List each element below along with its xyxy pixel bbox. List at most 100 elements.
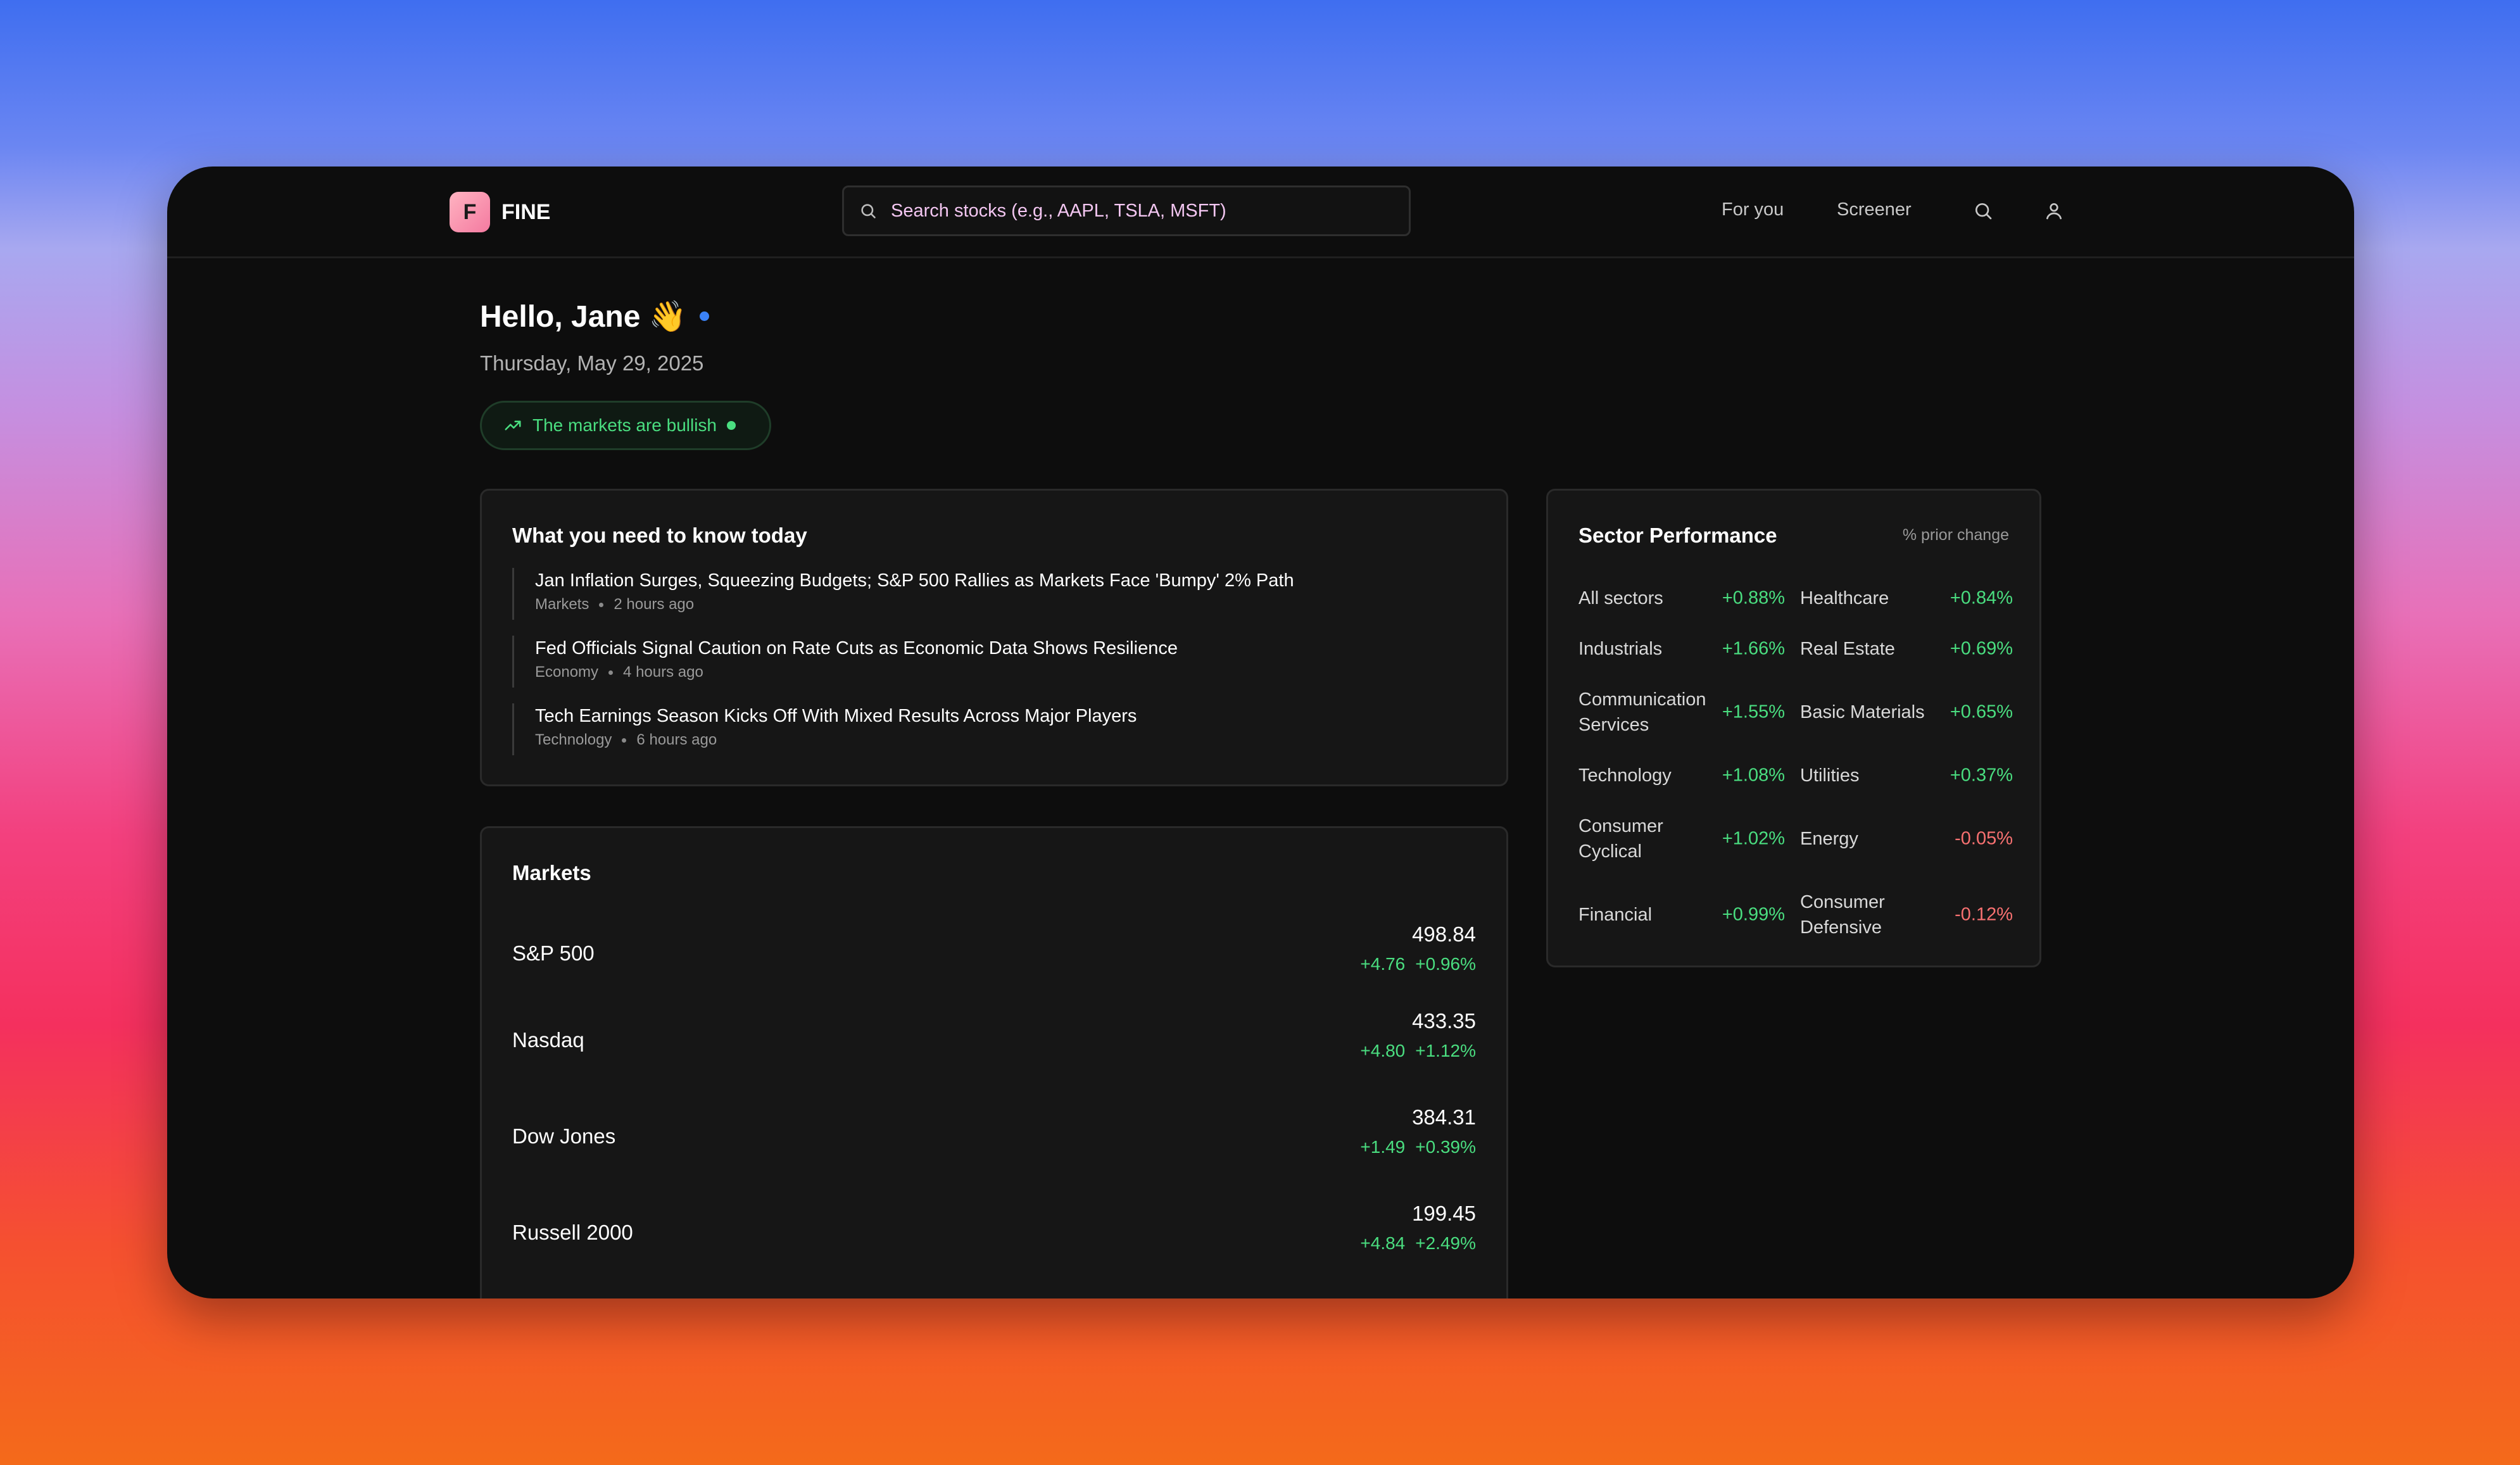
news-category: Markets (535, 596, 589, 613)
sector-name: Healthcare (1800, 588, 1889, 608)
current-date: Thursday, May 29, 2025 (480, 351, 704, 375)
change-pct: +0.39% (1415, 1137, 1476, 1157)
sector-name: Utilities (1800, 765, 1860, 786)
logo-mark: F (450, 192, 490, 232)
market-row[interactable]: Dow Jones 384.31 +1.49 +0.39% (512, 1102, 1476, 1171)
sector-name: All sectors (1578, 588, 1663, 608)
market-change: +4.76 +0.96% (1360, 954, 1476, 974)
news-time: 2 hours ago (614, 596, 695, 613)
sector-value: +1.02% (1722, 828, 1785, 849)
sector-value: +0.65% (1950, 701, 2013, 722)
sector-performance-card: Sector Performance % prior change All se… (1546, 489, 2041, 967)
sector-name: Energy (1800, 829, 1858, 849)
sector-value: +1.55% (1722, 701, 1785, 722)
sector-item[interactable]: Financial +0.99% (1578, 877, 1785, 953)
change-abs: +4.84 (1360, 1233, 1406, 1253)
greeting-heading: Hello, Jane 👋 (480, 298, 709, 334)
change-pct: +2.49% (1415, 1233, 1476, 1253)
market-price: 199.45 (1412, 1202, 1476, 1225)
search-input[interactable] (891, 200, 1385, 222)
change-abs: +4.76 (1360, 954, 1406, 974)
market-row[interactable]: Nasdaq 433.35 +4.80 +1.12% (512, 1005, 1476, 1075)
news-headline[interactable]: Fed Officials Signal Caution on Rate Cut… (535, 636, 1178, 661)
market-price: 384.31 (1412, 1105, 1476, 1129)
sentiment-text: The markets are bullish (532, 415, 717, 435)
sector-name: Consumer Cyclical (1578, 816, 1663, 862)
nav-for-you[interactable]: For you (1722, 199, 1784, 220)
news-category: Technology (535, 731, 612, 748)
status-dot (699, 311, 709, 321)
nav-screener[interactable]: Screener (1837, 199, 1912, 220)
sector-row: All sectors +0.88% Healthcare +0.84% (1578, 573, 2013, 624)
sector-item[interactable]: Healthcare +0.84% (1800, 573, 2013, 624)
news-time: 6 hours ago (636, 731, 717, 748)
greeting-text: Hello, Jane 👋 (480, 300, 687, 334)
sector-item[interactable]: All sectors +0.88% (1578, 573, 1785, 624)
sector-item[interactable]: Industrials +1.66% (1578, 624, 1785, 674)
markets-card-title: Markets (512, 861, 591, 884)
change-abs: +4.80 (1360, 1041, 1406, 1060)
sector-value: +1.66% (1722, 638, 1785, 659)
sector-value: +0.84% (1950, 588, 2013, 608)
sector-name: Consumer Defensive (1800, 892, 1885, 938)
market-row[interactable]: S&P 500 498.84 +4.76 +0.96% (512, 919, 1476, 988)
sector-item[interactable]: Technology +1.08% (1578, 750, 1785, 801)
market-price: 498.84 (1412, 922, 1476, 946)
news-category: Economy (535, 663, 599, 681)
sector-value: +0.99% (1722, 904, 1785, 925)
sector-row: Financial +0.99% Consumer Defensive -0.1… (1578, 877, 2013, 953)
sector-row: Communication Services +1.55% Basic Mate… (1578, 674, 2013, 750)
sector-name: Basic Materials (1800, 702, 1925, 722)
sector-item[interactable]: Consumer Cyclical +1.02% (1578, 801, 1785, 877)
news-headline[interactable]: Tech Earnings Season Kicks Off With Mixe… (535, 703, 1137, 729)
news-item[interactable]: Tech Earnings Season Kicks Off With Mixe… (512, 703, 1137, 755)
brand-name: FINE (501, 199, 551, 224)
search-icon[interactable] (1973, 201, 1993, 224)
brand-logo[interactable]: F FINE (450, 192, 550, 232)
app-window: F FINE For you Screener Hello, Jane 👋 Th… (167, 167, 2354, 1298)
sector-name: Communication Services (1578, 689, 1706, 735)
search-bar[interactable] (842, 185, 1411, 236)
market-change: +4.84 +2.49% (1360, 1233, 1476, 1254)
sector-name: Financial (1578, 905, 1653, 925)
sector-item[interactable]: Consumer Defensive -0.12% (1800, 877, 2013, 953)
sector-item[interactable]: Communication Services +1.55% (1578, 674, 1785, 750)
news-card-title: What you need to know today (512, 524, 807, 547)
news-meta: Markets 2 hours ago (535, 596, 1294, 613)
market-name: Nasdaq (512, 1028, 584, 1052)
market-change: +1.49 +0.39% (1360, 1137, 1476, 1157)
market-row[interactable]: Russell 2000 199.45 +4.84 +2.49% (512, 1198, 1476, 1267)
sector-row: Industrials +1.66% Real Estate +0.69% (1578, 624, 2013, 674)
sector-value: +1.08% (1722, 765, 1785, 786)
search-icon (861, 204, 876, 218)
news-headline[interactable]: Jan Inflation Surges, Squeezing Budgets;… (535, 568, 1294, 593)
sector-item[interactable]: Energy -0.05% (1800, 801, 2013, 877)
news-time: 4 hours ago (623, 663, 703, 681)
news-meta: Economy 4 hours ago (535, 663, 1178, 681)
change-abs: +1.49 (1360, 1137, 1406, 1157)
sector-value: -0.12% (1955, 904, 2013, 925)
market-name: Russell 2000 (512, 1221, 633, 1244)
sector-item[interactable]: Basic Materials +0.65% (1800, 674, 2013, 750)
separator-dot (622, 738, 627, 743)
news-item[interactable]: Jan Inflation Surges, Squeezing Budgets;… (512, 568, 1294, 620)
sector-row: Consumer Cyclical +1.02% Energy -0.05% (1578, 801, 2013, 877)
news-card: What you need to know today Jan Inflatio… (480, 489, 1508, 786)
user-icon[interactable] (2044, 201, 2064, 224)
sector-row: Technology +1.08% Utilities +0.37% (1578, 750, 2013, 801)
sector-value: +0.37% (1950, 765, 2013, 786)
sector-name: Industrials (1578, 639, 1663, 659)
markets-card: Markets S&P 500 498.84 +4.76 +0.96% Nasda… (480, 826, 1508, 1298)
market-name: S&P 500 (512, 941, 595, 965)
market-sentiment-badge: The markets are bullish (480, 401, 771, 450)
market-name: Dow Jones (512, 1124, 616, 1148)
market-price: 433.35 (1412, 1009, 1476, 1033)
separator-dot (599, 602, 604, 607)
change-pct: +0.96% (1415, 954, 1476, 974)
sector-item[interactable]: Real Estate +0.69% (1800, 624, 2013, 674)
sector-name: Technology (1578, 765, 1672, 786)
sector-card-title: Sector Performance (1578, 524, 1777, 547)
news-item[interactable]: Fed Officials Signal Caution on Rate Cut… (512, 636, 1178, 688)
sentiment-dot (727, 421, 736, 430)
sector-item[interactable]: Utilities +0.37% (1800, 750, 2013, 801)
